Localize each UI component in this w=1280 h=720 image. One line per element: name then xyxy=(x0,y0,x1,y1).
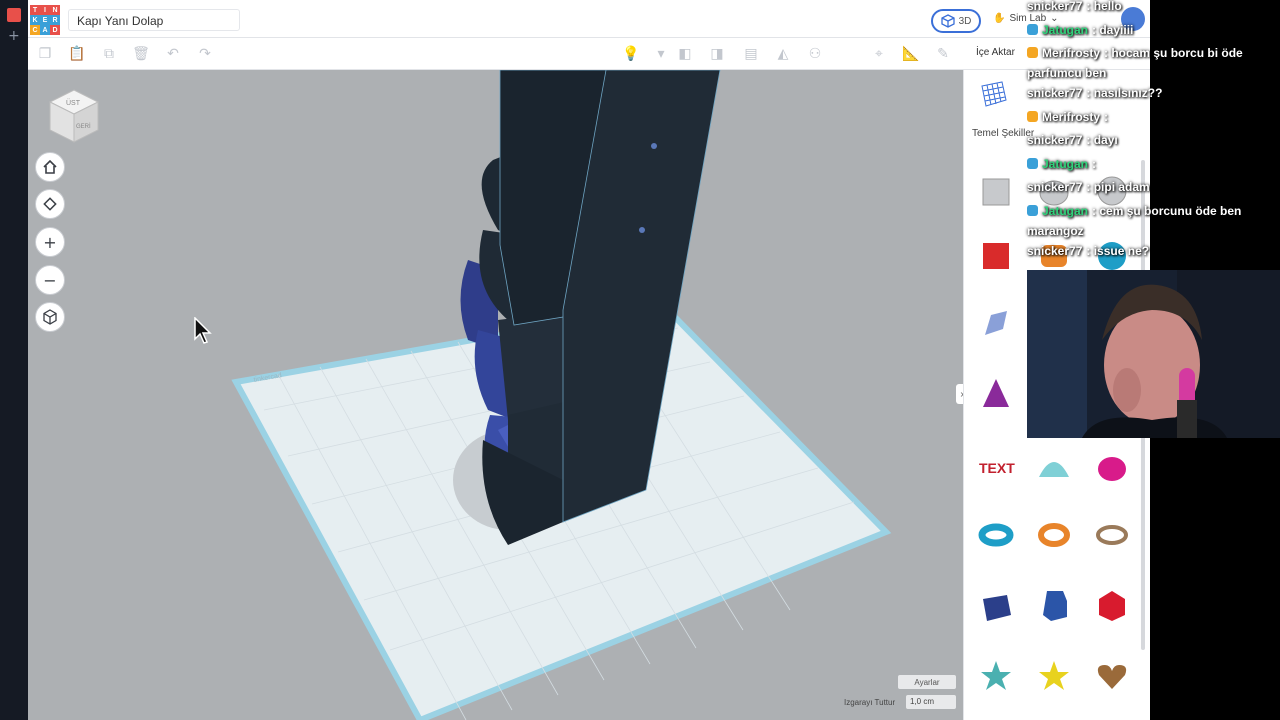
logo-letter: C xyxy=(30,25,40,35)
logo-letter: I xyxy=(40,5,50,15)
view-cube-front-label: GERİ xyxy=(76,123,91,130)
mirror-icon[interactable]: ◭ xyxy=(774,45,792,63)
shape-icosahedron[interactable] xyxy=(1092,586,1132,626)
view-3d-label: 3D xyxy=(958,15,972,27)
align-icon[interactable]: ▤ xyxy=(742,45,760,63)
logo-letter: T xyxy=(30,5,40,15)
cube-icon xyxy=(940,14,955,28)
dropdown-icon[interactable]: ▾ xyxy=(652,45,670,63)
mouse-cursor-icon xyxy=(194,317,212,344)
zoom-in-button[interactable]: + xyxy=(35,227,65,257)
workplane-tool-icon[interactable] xyxy=(980,80,1008,108)
view-cube[interactable]: ÜST GERİ xyxy=(46,88,102,151)
logo-letter: K xyxy=(30,15,40,25)
logo-letter: R xyxy=(50,15,60,25)
cube-icon xyxy=(43,309,57,325)
logo-letter: A xyxy=(40,25,50,35)
plus-icon: + xyxy=(43,232,57,252)
hole-marker xyxy=(651,143,657,149)
shape-hexagonal-prism[interactable] xyxy=(976,586,1016,626)
shape-tube[interactable] xyxy=(1034,514,1074,554)
tinkercad-logo[interactable]: TINKERCAD xyxy=(30,5,60,35)
shape-box[interactable] xyxy=(976,236,1016,276)
group-icon[interactable]: ◧ xyxy=(676,45,694,63)
view-3d-toggle[interactable]: 3D xyxy=(931,9,981,33)
fit-view-button[interactable] xyxy=(35,189,65,219)
note-icon[interactable]: ✎ xyxy=(934,45,952,63)
hole-marker xyxy=(639,227,645,233)
paste-icon[interactable]: 📋 xyxy=(68,45,86,63)
shape-cylinder-hole[interactable] xyxy=(1034,170,1074,210)
shape-star[interactable] xyxy=(976,656,1016,696)
chevron-down-icon: ⌄ xyxy=(1050,13,1059,24)
shape-category-select[interactable]: Temel Şekiller xyxy=(972,128,1034,139)
minus-icon: − xyxy=(43,270,57,290)
perspective-button[interactable] xyxy=(35,302,65,332)
cruise-icon[interactable]: ⚇ xyxy=(806,45,824,63)
undo-icon[interactable]: ↶ xyxy=(164,45,182,63)
ungroup-icon[interactable]: ◨ xyxy=(708,45,726,63)
snap-grid-select[interactable]: 1,0 cm xyxy=(906,695,956,709)
app-launcher-icon[interactable] xyxy=(7,8,21,22)
shape-ring[interactable] xyxy=(1092,514,1132,554)
avatar[interactable] xyxy=(1121,7,1145,31)
webcam-feed xyxy=(1027,270,1280,438)
copy-icon[interactable]: ❐ xyxy=(36,45,54,63)
svg-text:TEXT: TEXT xyxy=(979,460,1015,476)
logo-letter: D xyxy=(50,25,60,35)
shape-star-yellow[interactable] xyxy=(1034,656,1074,696)
add-icon[interactable]: + xyxy=(8,28,20,44)
import-button[interactable]: İçe Aktar xyxy=(976,47,1015,58)
sim-lab-button[interactable]: ✋ Sim Lab ⌄ xyxy=(993,13,1059,24)
shape-text[interactable]: TEXT xyxy=(976,446,1016,486)
snap-grid-label: Izgarayı Tuttur xyxy=(844,698,896,707)
header-bar: TINKERCAD Kapı Yanı Dolap 3D ✋ Sim Lab ⌄ xyxy=(28,0,1150,38)
shape-heart[interactable] xyxy=(1092,656,1132,696)
design-title-field[interactable]: Kapı Yanı Dolap xyxy=(68,9,240,31)
workplane-icon[interactable]: ⌖ xyxy=(870,45,888,63)
zoom-out-button[interactable]: − xyxy=(35,265,65,295)
logo-letter: N xyxy=(50,5,60,15)
ruler-icon[interactable]: 📐 xyxy=(902,45,920,63)
shape-cone[interactable] xyxy=(976,374,1016,414)
shape-box-hole[interactable] xyxy=(976,170,1016,210)
shape-polygon[interactable] xyxy=(1034,586,1074,626)
shape-half-sphere[interactable] xyxy=(1034,446,1074,486)
shape-torus[interactable] xyxy=(976,514,1016,554)
shape-paraboloid[interactable] xyxy=(1092,446,1132,486)
settings-button[interactable]: Ayarlar xyxy=(898,675,956,689)
shape-scribble[interactable] xyxy=(976,304,1016,344)
redo-icon[interactable]: ↷ xyxy=(196,45,214,63)
trash-icon[interactable]: 🗑 xyxy=(132,45,150,63)
fit-view-icon xyxy=(43,197,57,211)
home-view-button[interactable] xyxy=(35,152,65,182)
lightbulb-icon[interactable]: 💡 xyxy=(622,45,640,63)
os-left-rail: + xyxy=(0,0,28,720)
home-icon xyxy=(43,159,57,174)
tinkercad-app: TINKERCAD Kapı Yanı Dolap 3D ✋ Sim Lab ⌄… xyxy=(28,0,1150,720)
streamer-webcam xyxy=(1027,270,1280,438)
3d-scene[interactable]: tinkercad xyxy=(28,70,963,720)
view-cube-top-label: ÜST xyxy=(66,99,81,107)
sim-lab-label: Sim Lab xyxy=(1009,13,1047,24)
workplane-viewport[interactable]: tinkercad ÜST GERİ + − Ayarlar Izgarayı … xyxy=(28,70,963,720)
logo-letter: E xyxy=(40,15,50,25)
shape-sphere-hole[interactable] xyxy=(1092,170,1132,210)
duplicate-icon[interactable]: ⧉ xyxy=(100,45,118,63)
hand-icon: ✋ xyxy=(993,13,1006,24)
